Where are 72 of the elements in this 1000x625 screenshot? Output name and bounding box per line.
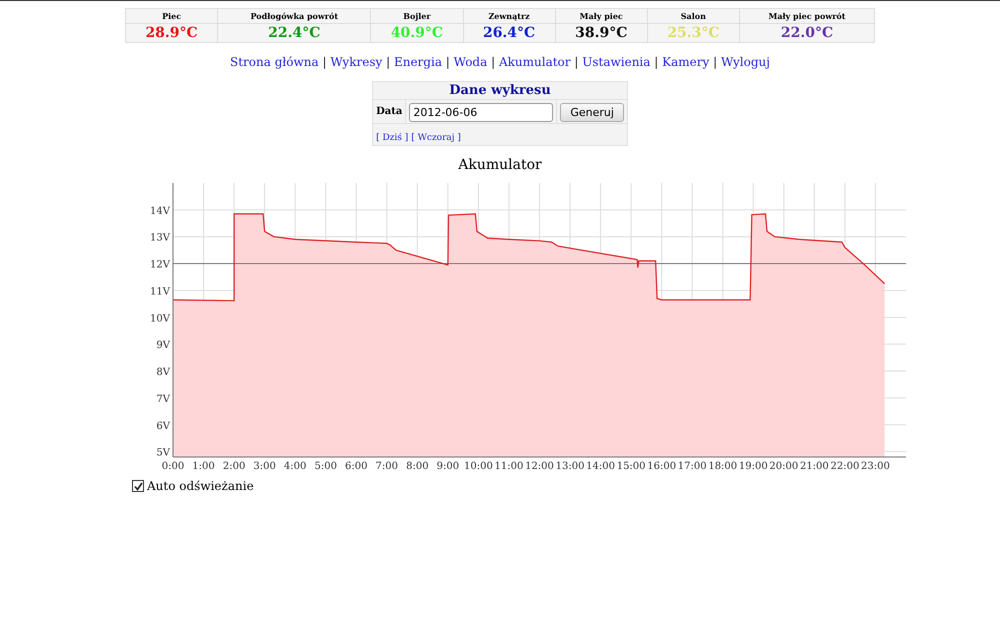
x-tick-label: 15:00 [616,461,646,472]
y-tick-label: 13V [150,232,170,244]
form-title: Dane wykresu [449,83,551,98]
x-tick-label: 8:00 [406,461,429,472]
y-tick-label: 11V [150,286,170,298]
x-tick-label: 20:00 [769,461,798,472]
y-tick-label: 10V [150,313,170,324]
y-tick-label: 14V [150,206,170,217]
y-tick-label: 7V [156,394,170,405]
x-tick-label: 19:00 [738,461,768,472]
nav-link[interactable]: Wyloguj [720,55,770,69]
x-tick-label: 12:00 [525,461,554,472]
sensor-value: 22.4°C [268,25,320,41]
x-tick-label: 23:00 [861,461,890,472]
x-tick-label: 13:00 [556,461,584,472]
nav-link[interactable]: Woda [454,55,488,69]
separator: | [322,55,327,69]
nav-link[interactable]: Ustawienia [582,55,650,69]
separator: | [713,55,718,69]
sensor-value: 28.9°C [145,25,198,41]
x-tick-label: 10:00 [464,461,493,472]
sensor-name: Piec [162,11,182,21]
sensor-value: 40.9°C [390,25,444,41]
chart-title: Akumulator [458,157,542,173]
x-tick-label: 3:00 [253,461,276,472]
generate-button[interactable]: Generuj [560,103,624,122]
x-tick-label: 21:00 [800,461,829,472]
x-tick-label: 22:00 [830,461,860,472]
sensor-name: Zewnątrz [488,11,530,21]
sensor-name: Podłogówka powrót [250,11,338,21]
sensor-name: Salon [680,11,706,21]
sensor-name: Bojler [403,11,431,21]
separator: | [654,55,658,69]
x-tick-label: 14:00 [586,461,615,472]
checkbox[interactable] [132,480,144,492]
x-tick-label: 1:00 [192,461,215,472]
x-tick-label: 7:00 [376,461,398,472]
date-label: Data [376,106,402,117]
y-tick-label: 9V [156,340,170,352]
nav-link[interactable]: Wykresy [330,55,382,69]
sensor-value: 38.9°C [575,25,628,41]
date-field[interactable]: 2012-06-06 [409,103,554,122]
date-link[interactable]: [ Wczoraj ] [411,133,461,143]
sensor-value: 22.0°C [780,25,834,41]
sensor-name: Mały piec powrót [768,11,846,21]
checkbox-label: Auto odświeżanie [147,479,254,493]
x-tick-label: 2:00 [222,461,246,472]
x-tick-label: 4:00 [284,461,306,472]
y-tick-label: 8V [156,367,170,378]
separator: | [386,55,390,69]
x-tick-label: 6:00 [345,461,368,472]
x-tick-label: 17:00 [678,461,707,472]
x-tick-label: 11:00 [494,461,524,472]
sensor-name: Mały piec [580,11,623,21]
x-tick-label: 18:00 [708,461,738,472]
sensor-value: 26.4°C [482,25,536,41]
x-tick-label: 5:00 [314,461,337,472]
date-link[interactable]: [ Dziś ] [376,133,408,143]
nav-link[interactable]: Strona główna [230,55,319,69]
nav-link[interactable]: Energia [394,55,442,69]
x-tick-label: 0:00 [162,461,184,472]
separator: | [574,55,578,69]
nav-link[interactable]: Kamery [662,55,710,69]
y-tick-label: 5V [156,448,170,459]
y-tick-label: 6V [156,420,170,432]
x-tick-label: 16:00 [647,461,676,472]
sensor-value: 25.3°C [667,25,720,41]
y-tick-label: 12V [150,260,170,271]
x-tick-label: 9:00 [436,461,460,472]
separator: | [446,55,450,69]
nav-link[interactable]: Akumulator [498,55,571,69]
separator: | [491,55,496,69]
